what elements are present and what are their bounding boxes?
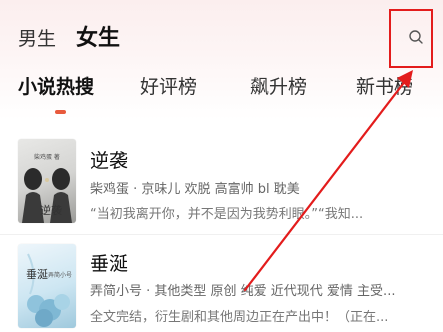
annotation-arrow [243,70,413,292]
